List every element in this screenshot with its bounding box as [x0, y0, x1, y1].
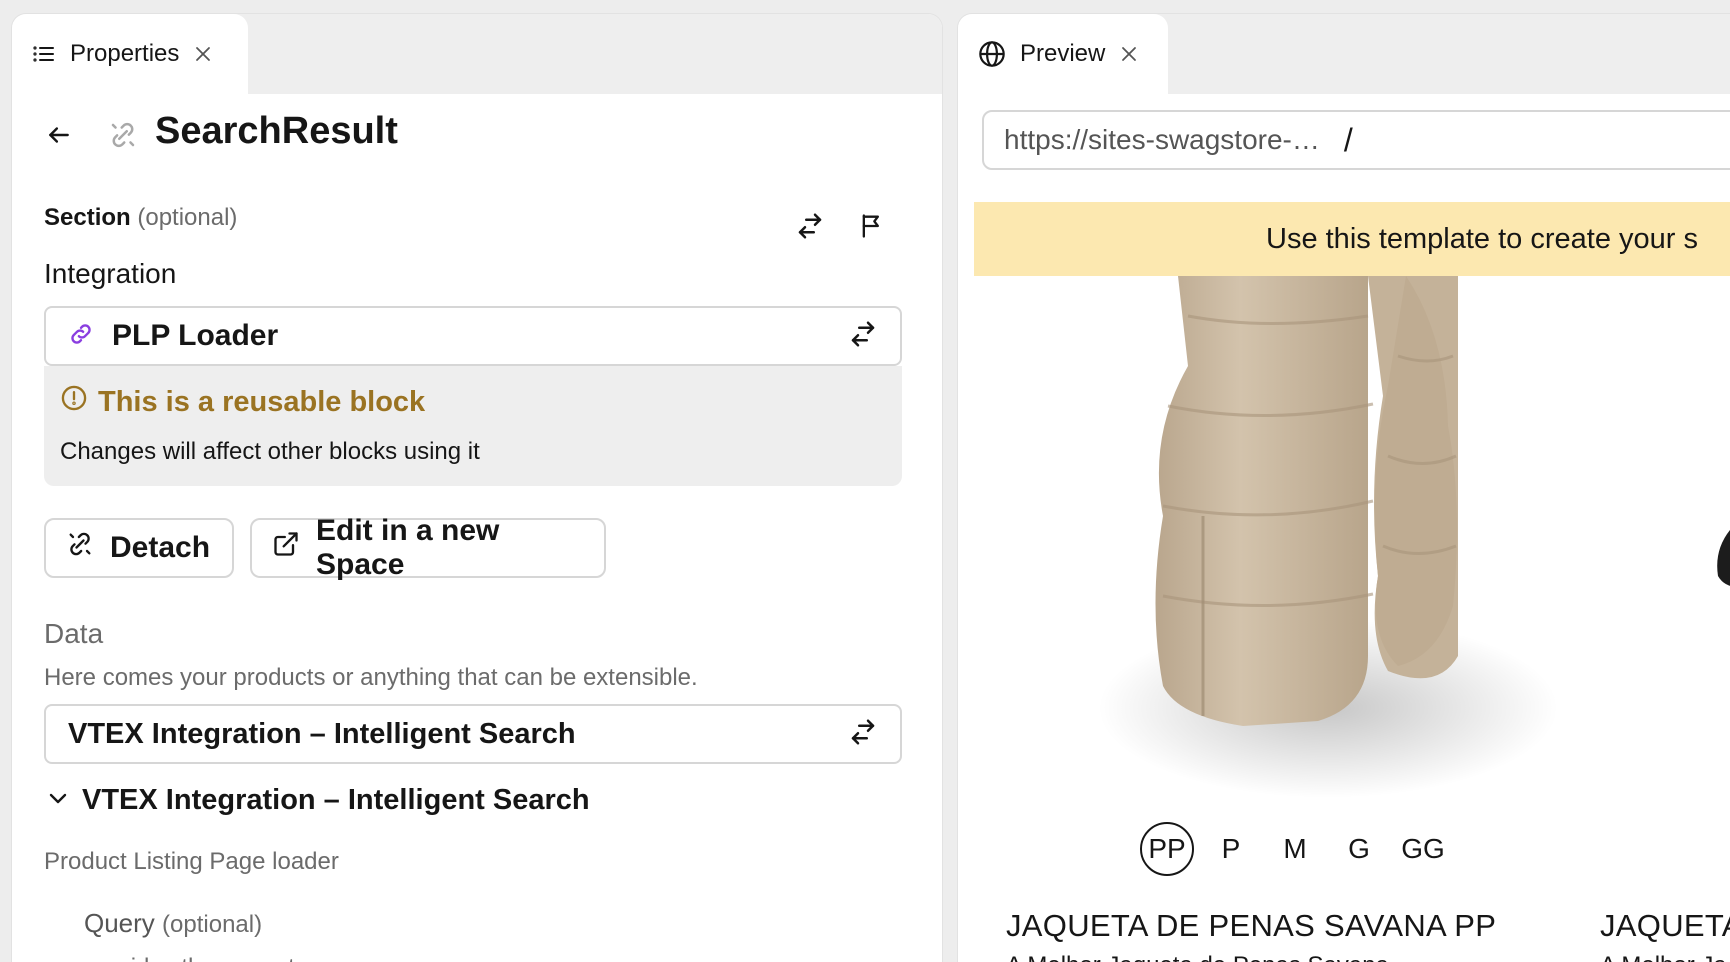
size-option[interactable]: GG — [1396, 822, 1450, 876]
product-desc: A Melhor Jaqueta de Penas Savana — [1006, 952, 1389, 962]
tab-properties[interactable]: Properties — [12, 14, 248, 94]
size-option[interactable]: P — [1204, 822, 1258, 876]
swap-icon[interactable] — [792, 208, 828, 244]
section-label: Section (optional) — [44, 204, 237, 232]
integration-select[interactable]: PLP Loader — [44, 306, 902, 366]
back-arrow-icon[interactable] — [44, 120, 74, 150]
close-icon[interactable] — [193, 44, 213, 64]
unlinked-icon — [108, 120, 138, 150]
tab-preview[interactable]: Preview — [958, 14, 1168, 94]
url-path[interactable]: / — [1344, 122, 1353, 159]
product-desc: A Melhor Ja — [1600, 952, 1727, 962]
reusable-title: This is a reusable block — [98, 385, 426, 418]
product-name[interactable]: JAQUETA DE PENAS SAVANA PP — [1006, 908, 1496, 944]
globe-icon — [978, 40, 1006, 68]
query-label: Query (optional) — [84, 908, 262, 939]
template-banner[interactable]: Use this template to create your s — [974, 202, 1730, 276]
url-bar[interactable]: https://sites-swagstore-… / — [982, 110, 1730, 170]
warning-icon — [60, 384, 88, 420]
edit-in-new-space-button[interactable]: Edit in a new Space — [250, 514, 606, 581]
reusable-desc: Changes will affect other blocks using i… — [60, 438, 480, 465]
size-option[interactable]: G — [1332, 822, 1386, 876]
integration-label: Integration — [44, 258, 177, 289]
section-label-text: Section — [44, 204, 131, 231]
data-select[interactable]: VTEX Integration – Intelligent Search — [44, 704, 902, 764]
size-selector: PP P M G GG — [958, 822, 1730, 876]
close-icon[interactable] — [1119, 44, 1139, 64]
reusable-warning: This is a reusable block — [60, 384, 886, 420]
url-text: https://sites-swagstore-… — [1004, 124, 1320, 155]
query-optional: (optional) — [162, 911, 263, 938]
data-value: VTEX Integration – Intelligent Search — [68, 717, 576, 750]
section-optional: (optional) — [137, 204, 238, 231]
product-image[interactable] — [1068, 276, 1628, 826]
detach-button[interactable]: Detach — [44, 518, 234, 578]
product-image-partial[interactable] — [1696, 520, 1730, 600]
reusable-notice: This is a reusable block Changes will af… — [44, 366, 902, 486]
chevron-down-icon — [46, 786, 70, 815]
integration-value: PLP Loader — [112, 319, 279, 352]
size-option[interactable]: M — [1268, 822, 1322, 876]
swap-icon[interactable] — [848, 319, 878, 354]
external-link-icon — [272, 530, 300, 566]
unlink-icon — [66, 530, 94, 566]
size-option[interactable]: PP — [1140, 822, 1194, 876]
detach-label: Detach — [110, 531, 211, 564]
tab-preview-label: Preview — [1020, 40, 1106, 67]
edit-space-label: Edit in a new Space — [316, 514, 500, 581]
query-desc: overides the query term — [84, 954, 336, 962]
query-label-text: Query — [84, 908, 155, 938]
list-icon — [32, 42, 56, 66]
preview-panel: Preview https://sites-swagstore-… / Use … — [958, 14, 1730, 962]
tab-properties-label: Properties — [70, 40, 180, 67]
vtex-expand-toggle[interactable]: VTEX Integration – Intelligent Search — [46, 784, 590, 817]
page-title: SearchResult — [155, 110, 398, 152]
product-name[interactable]: JAQUETA — [1600, 908, 1730, 944]
flag-icon[interactable] — [854, 208, 890, 244]
loader-desc: Product Listing Page loader — [44, 848, 339, 875]
properties-panel: Properties SearchResult Section (optiona… — [12, 14, 942, 962]
swap-icon[interactable] — [848, 717, 878, 752]
properties-tabbar: Properties — [12, 14, 942, 94]
banner-text: Use this template to create your s — [1266, 222, 1698, 255]
vtex-expand-label: VTEX Integration – Intelligent Search — [82, 784, 590, 816]
data-label: Data — [44, 618, 104, 649]
preview-tabbar: Preview — [958, 14, 1730, 94]
link-icon — [68, 321, 94, 352]
data-desc: Here comes your products or anything tha… — [44, 664, 698, 691]
